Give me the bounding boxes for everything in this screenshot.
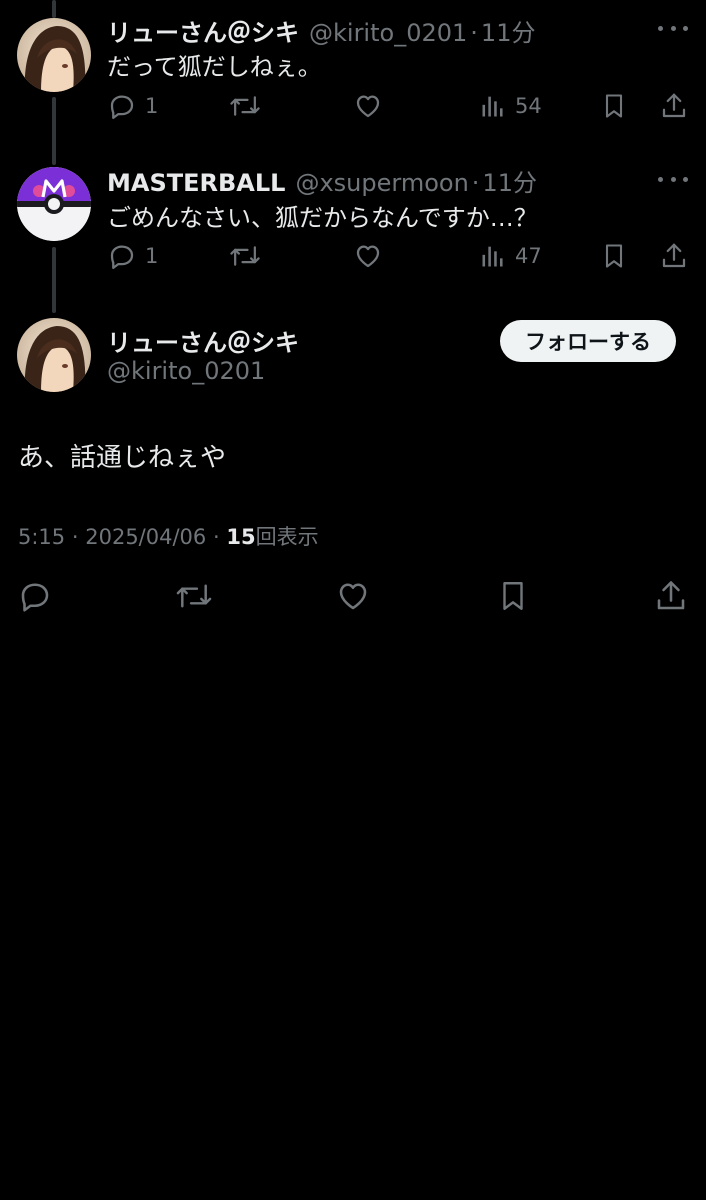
bookmark-button[interactable] — [600, 241, 628, 271]
like-icon — [339, 583, 367, 610]
timestamp[interactable]: 11分 — [481, 13, 536, 48]
display-name[interactable]: リューさん＠シキ — [107, 13, 299, 48]
retweet-icon — [176, 584, 212, 608]
reply-icon — [110, 95, 134, 119]
share-icon — [657, 581, 685, 610]
reply-count: 1 — [145, 94, 159, 118]
views-count: 15 — [226, 525, 256, 549]
like-button[interactable] — [353, 241, 383, 271]
reply-icon — [21, 583, 49, 612]
retweet-button[interactable] — [229, 241, 261, 271]
bookmark-button[interactable] — [600, 91, 628, 121]
handle[interactable]: @kirito_0201 — [309, 19, 467, 47]
display-name[interactable]: リューさん＠シキ — [107, 323, 299, 358]
tweet-text: だって狐だしねぇ。 — [107, 53, 322, 81]
display-name[interactable]: MASTERBALL — [107, 169, 285, 197]
share-button[interactable] — [659, 91, 689, 121]
retweet-icon — [230, 96, 260, 116]
share-button[interactable] — [653, 578, 689, 614]
timestamp[interactable]: 11分 — [482, 163, 537, 198]
views-button[interactable]: 47 — [479, 241, 542, 271]
reply-icon — [110, 245, 134, 269]
tweet-meta: 5:15 · 2025/04/06 · 15回表示 — [18, 521, 319, 551]
bookmark-icon — [503, 582, 523, 610]
like-icon — [356, 95, 380, 118]
avatar[interactable] — [17, 18, 91, 92]
share-icon — [662, 93, 686, 118]
handle[interactable]: @xsupermoon — [295, 169, 468, 197]
thread-line — [52, 0, 56, 18]
separator: · — [470, 19, 478, 47]
views-count: 47 — [515, 244, 542, 268]
follow-button[interactable]: フォローする — [500, 320, 676, 362]
thread-line — [52, 247, 56, 313]
views-button[interactable]: 54 — [479, 91, 542, 121]
share-button[interactable] — [659, 241, 689, 271]
avatar[interactable] — [17, 318, 91, 392]
handle[interactable]: @kirito_0201 — [107, 357, 265, 385]
tweet-header: MASTERBALL @xsupermoon · 11分 — [107, 163, 537, 198]
views-count: 54 — [515, 94, 542, 118]
views-icon — [482, 96, 503, 117]
retweet-button[interactable] — [229, 91, 261, 121]
more-icon[interactable] — [658, 23, 688, 33]
more-icon[interactable] — [658, 174, 688, 184]
thread-line — [52, 97, 56, 165]
retweet-button[interactable] — [175, 578, 213, 614]
views-icon — [482, 246, 503, 267]
avatar[interactable] — [17, 167, 91, 241]
tweet-header: リューさん＠シキ @kirito_0201 · 11分 — [107, 13, 536, 48]
tweet-date[interactable]: 2025/04/06 — [85, 525, 206, 549]
tweet-text: ごめんなさい、狐だからなんですか…？ — [107, 204, 538, 232]
reply-button[interactable]: 1 — [107, 91, 158, 121]
reply-button[interactable] — [17, 578, 53, 614]
retweet-icon — [230, 246, 260, 266]
reply-count: 1 — [145, 244, 159, 268]
share-icon — [662, 243, 686, 268]
tweet-text: あ、話通じねぇや — [18, 443, 227, 473]
separator: · — [71, 525, 79, 549]
views-label: 回表示 — [255, 525, 319, 549]
like-button[interactable] — [335, 578, 371, 614]
bookmark-button[interactable] — [496, 578, 530, 614]
bookmark-icon — [605, 94, 623, 118]
separator: · — [471, 169, 480, 197]
bookmark-icon — [605, 244, 623, 268]
separator: · — [212, 525, 220, 549]
like-button[interactable] — [353, 91, 383, 121]
reply-button[interactable]: 1 — [107, 241, 158, 271]
tweet-time[interactable]: 5:15 — [18, 525, 65, 549]
like-icon — [356, 245, 380, 268]
